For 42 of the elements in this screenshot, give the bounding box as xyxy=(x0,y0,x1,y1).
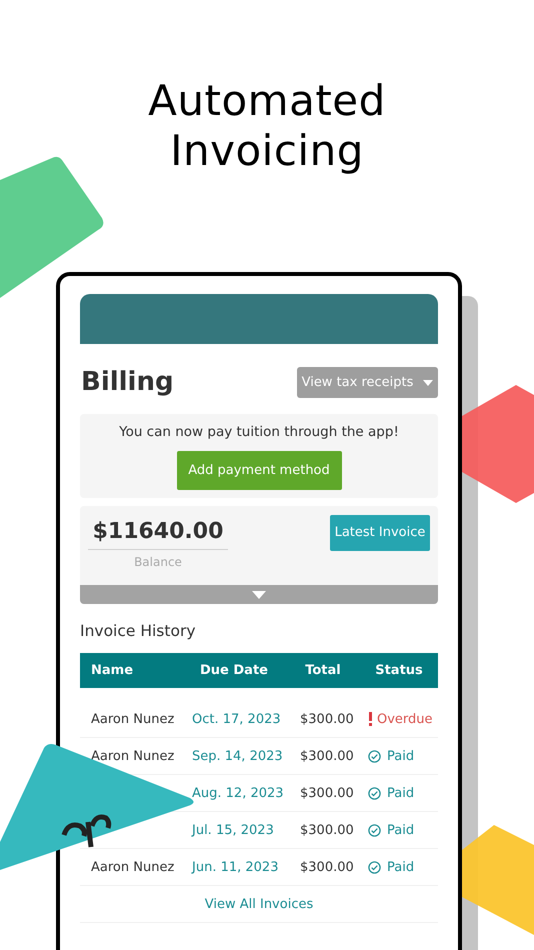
total-cell: $300.00 xyxy=(300,786,354,800)
column-header: Total xyxy=(304,662,342,680)
add-payment-button[interactable]: Add payment method xyxy=(176,451,342,490)
due-date-link[interactable]: Aug. 12, 2023 xyxy=(192,786,284,800)
due-date-link[interactable]: Jul. 15, 2023 xyxy=(192,822,274,838)
invoice-history-title: Invoice History xyxy=(80,621,196,642)
total-cell: $300.00 xyxy=(300,822,354,838)
headline: Automated xyxy=(148,76,386,126)
due-date-link[interactable]: Sep. 14, 2023 xyxy=(192,748,283,764)
promo-message: You can now pay tuition through the app! xyxy=(119,423,399,442)
expand-bar[interactable] xyxy=(80,585,438,604)
name-cell: Aaron Nunez xyxy=(91,748,174,764)
total-cell: $300.00 xyxy=(300,748,354,764)
status-text: Overdue xyxy=(377,710,433,728)
check-circle-icon xyxy=(368,750,381,763)
squiggle-drawing xyxy=(62,814,112,848)
balance-label: Balance xyxy=(134,554,182,571)
total-cell: $300.00 xyxy=(300,860,354,874)
name-cell: Aaron Nunez xyxy=(91,860,174,874)
balance-amount: $11640.00 xyxy=(88,515,228,550)
name-cell: Aaron Nunez xyxy=(91,712,174,726)
view-all-invoices-link[interactable]: View All Invoices xyxy=(204,894,314,914)
caret-down-icon xyxy=(252,590,266,598)
status-text: Paid xyxy=(387,748,414,766)
billing-title: Billing xyxy=(80,366,174,399)
headline: Invoicing xyxy=(170,126,364,176)
status-text: Paid xyxy=(387,784,414,802)
check-circle-icon xyxy=(368,860,381,874)
total-cell: $300.00 xyxy=(300,712,354,726)
check-circle-icon xyxy=(368,786,381,800)
exclamation-icon xyxy=(368,712,373,726)
column-header: Name xyxy=(90,662,134,680)
status-text: Paid xyxy=(387,822,414,840)
caret-icon xyxy=(423,380,434,386)
status-text: Paid xyxy=(387,858,414,876)
due-date-link[interactable]: Oct. 17, 2023 xyxy=(192,712,281,726)
check-circle-icon xyxy=(368,824,381,837)
due-date-link[interactable]: Jun. 11, 2023 xyxy=(192,860,278,874)
column-header: Due Date xyxy=(199,662,269,680)
tax-receipts-dropdown[interactable]: View tax receipts xyxy=(297,367,438,398)
column-header: Status xyxy=(374,662,424,680)
latest-invoice-button[interactable]: Latest Invoice xyxy=(330,515,430,551)
